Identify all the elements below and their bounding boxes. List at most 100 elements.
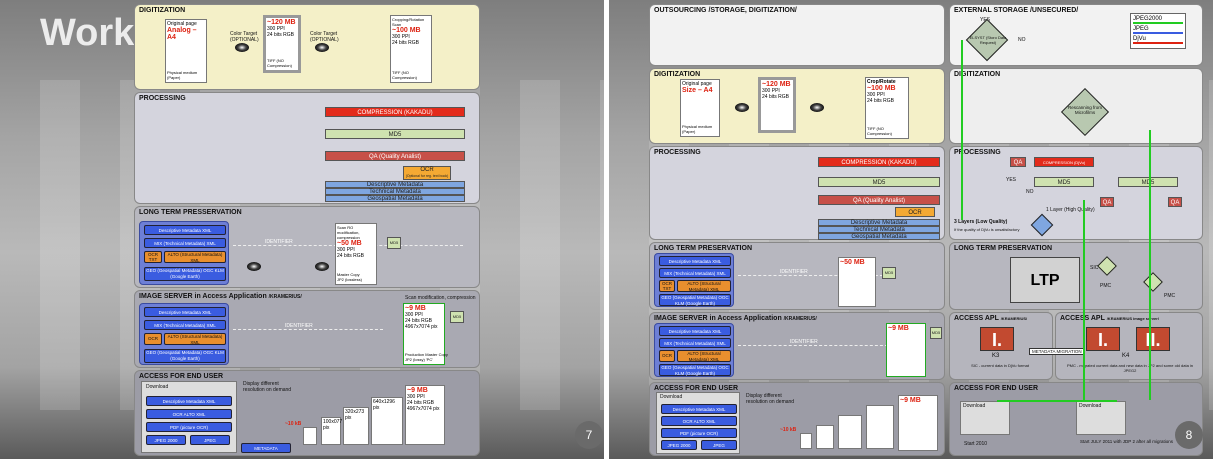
s2-download-item-2[interactable]: OCR ALTO XML [661,416,737,426]
s2-download-item-3[interactable]: PDF (picture OCR) [661,428,737,438]
is-ocr: OCR [144,333,162,345]
right-qa-2: QA [1100,197,1114,207]
image-server-title: IMAGE SERVER in Access Application /KRAM… [139,293,302,300]
download-item-3[interactable]: PDF (picture OCR) [146,422,232,432]
ltp-item-4: GEO (Geospatial Metadata) OGC KLM (Googl… [144,267,226,281]
s2-download-item-1[interactable]: Descriptive Metadata XML [661,404,737,414]
k4-label: K4 [1122,353,1130,359]
s2-thumb-1 [800,433,812,449]
color-target-disk-2 [315,43,329,52]
s2-size-a4: Size – A4 [682,87,713,94]
analog-a4-label: Analog – A4 [167,27,197,41]
digitization-title: DIGITIZATION [139,7,186,14]
s2-right-ltp: LONG TERM PRESERVATION LTP SIC PMC PMC [949,242,1203,310]
s2-is-item-4: GEO (Geospatial Metadata) OGC KLM (Googl… [659,364,731,376]
qa-bar: QA (Quality Analist) [325,151,465,161]
s2-access-size-9mb: ~9 MB [900,397,921,404]
display-label: Display different resolution on demand [243,381,292,393]
download-label: Download [146,384,169,390]
is-metadata-list: Descriptive Metadata XML MIX (Technical … [139,303,229,365]
processing-title: PROCESSING [139,95,186,102]
ltp-size: ~50 MB [337,240,362,247]
production-master-doc: ~9 MB 300 PPI 24 bits RGB 4967x7074 pix … [403,303,448,365]
s2-processing-title: PROCESSING [654,149,701,156]
s2-download-jpeg[interactable]: JPEG [701,440,737,450]
compression-bar: COMPRESSION (KAKADU) [325,107,465,117]
s2-descriptive-bar: Descriptive Metadata [818,219,940,226]
right-md5b: MD5 [1118,177,1178,187]
s2-md5-bar: MD5 [818,177,940,187]
right-qa-3: QA [1168,197,1182,207]
access-size-9mb: ~9 MB [407,387,428,394]
pmc-diamond [1143,272,1163,292]
k3-download-box: Download [960,401,1010,435]
s2-ltp-size: ~50 MB [840,259,865,266]
ltp-item-1: Descriptive Metadata XML [144,225,226,235]
image-server-panel: IMAGE SERVER in Access Application /KRAM… [134,290,480,368]
flow-line-green-4 [997,400,1117,402]
right-no: NO [1026,189,1034,195]
s2-tiff-label: TIFF (NO Compression) [867,126,892,136]
s2-ltp-md5: MD5 [882,267,896,279]
is-size: ~9 MB [405,305,426,312]
image-server-title-text: IMAGE SERVER in Access Application [139,293,267,300]
k4-download-label: Download [1079,403,1102,409]
ltp-disk-2 [315,262,329,271]
s2-is-md5: MD5 [930,327,942,339]
s2-ltp-panel: LONG TERM PRESERVATION Descriptive Metad… [649,242,945,310]
master-copy-label: Master Copy JP2 (lossless) [337,272,362,282]
ocr-label: OCR [420,167,434,173]
download-item-2[interactable]: OCR ALTO XML [146,409,232,419]
ltp-metadata-list: Descriptive Metadata XML MIX (Technical … [139,221,229,285]
high-quality-label: 1 Layer (High Quality) [1046,207,1095,213]
download-item-1[interactable]: Descriptive Metadata XML [146,396,232,406]
md5-bar: MD5 [325,129,465,139]
thumb-5: ~9 MB 300 PPI 24 bits RGB 4967x7074 pix [405,385,445,445]
s2-is-ocr: OCR [659,350,675,362]
s2-right-access-title: ACCESS FOR END USER [954,385,1039,392]
thumb-2-label: 100x077 pix [323,419,343,431]
s2-ltp-doc: ~50 MB [838,257,876,307]
quality-diamond [1030,213,1054,237]
thumb-3-label: 320x273 pix [345,409,365,421]
s2-technical-bar: Technical Metadata [818,226,940,233]
size-120-detail: 300 PPI 24 bits RGB [267,26,294,38]
identifier-label: IDENTIFIER [265,239,293,245]
ocr-box: OCR (Optional for reg. text book) [403,166,451,180]
s2-access-title: ACCESS FOR END USER [654,385,739,392]
ocr-sub-label: (Optional for reg. text book) [405,174,449,178]
start-2010: Start 2010 [964,441,988,447]
download-jpeg2000[interactable]: JPEG 2000 [146,435,186,445]
is-size-label: Scan modification, compression [405,295,476,301]
s2-geospatial-bar: Geospatial Metadata [818,233,940,240]
s2-download-jpeg2000[interactable]: JPEG 2000 [661,440,697,450]
s2-display-label: Display different resolution on demand [746,393,795,405]
size-10kb: ~10 kB [285,421,302,427]
k3-title-text: ACCESS APL [954,315,999,322]
sic-diamond [1097,256,1117,276]
is-identifier-line [233,329,383,330]
s2-original-doc: Original page Size – A4 Physical medium … [680,79,720,137]
access-title: ACCESS FOR END USER [139,373,224,380]
s2-is-size: ~9 MB [888,325,909,332]
size-100-detail: 300 PPI 24 bits RGB [392,34,419,46]
ltp-md5: MD5 [387,237,401,249]
download-jpeg[interactable]: JPEG [190,435,230,445]
thumb-2: 100x077 pix [321,417,343,445]
s2-right-digitization: DIGITIZATION Rescanning from Microfilms [949,68,1203,144]
right-compress: COMPRESSION (DjVu) [1034,157,1094,167]
layers-note: If the quality of DjVu is unsatisfactory [954,227,1020,232]
ltp-box: LTP [1010,257,1080,303]
is-item-2: MIX (Technical Metadata) XML [144,320,226,330]
slide-8: W u/ OUTSOURCING /STORAGE, DIGITIZATION/… [609,0,1213,459]
access-panel: ACCESS FOR END USER Download Descriptive… [134,370,480,456]
k3-download-label: Download [963,403,986,409]
s2-ltp-list: Descriptive Metadata XML MIX (Technical … [654,253,734,307]
is-item-1: Descriptive Metadata XML [144,307,226,317]
k3-label: K3 [992,353,1000,359]
rescanning-label: Rescanning from Microfilms [1067,105,1103,115]
slide-7: Workf DIGITIZATION Original page Analog … [0,0,604,459]
is-size-detail: 300 PPI 24 bits RGB 4967x7074 pix [405,312,438,330]
s2-is-doc: ~9 MB [886,323,926,377]
tiff-nocomp-label-2: TIFF (NO Compression) [392,70,417,80]
